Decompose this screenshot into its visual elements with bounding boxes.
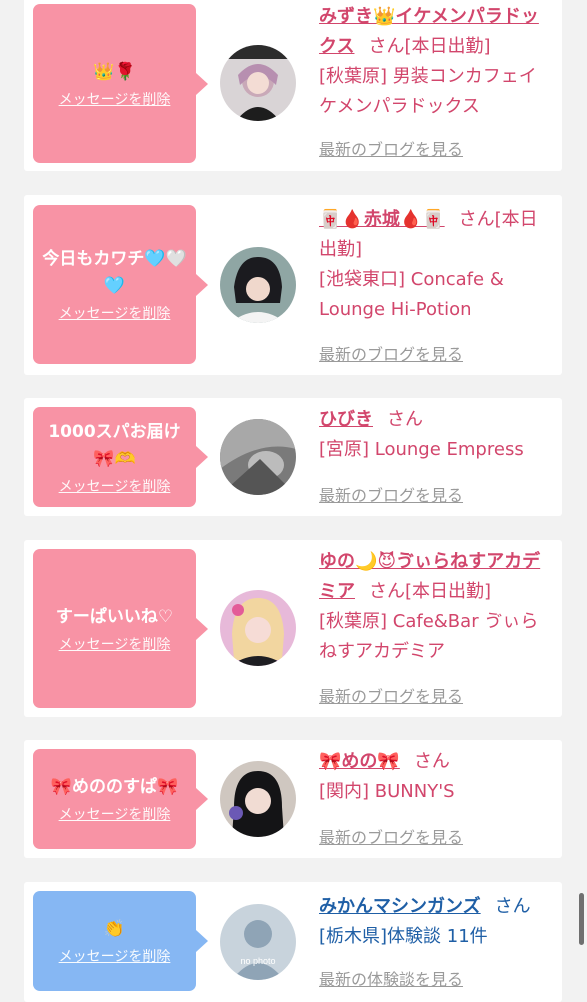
- list-item: 👑🌹 メッセージを削除 みずき👑イケメンパラドックス さん[本日出勤] [秋葉原]…: [24, 0, 562, 171]
- shop-name: [秋葉原] 男装コンカフェイケメンパラドックス: [319, 66, 537, 117]
- scrollbar[interactable]: [579, 893, 584, 945]
- list-item: 1000スパお届け🎀🫶 メッセージを削除 ひびき さん [宮原] Lounge E…: [24, 398, 562, 516]
- attendance-status: [本日出勤]: [404, 36, 491, 57]
- delete-message-link[interactable]: メッセージを削除: [59, 804, 171, 824]
- cast-name[interactable]: 🀄🩸赤城🩸🀄: [319, 209, 445, 230]
- message-bubble: 👑🌹 メッセージを削除: [33, 4, 208, 163]
- latest-blog-link[interactable]: 最新のブログを見る: [319, 683, 463, 707]
- list-item: 🎀めののすぱ🎀 メッセージを削除 🎀めの🎀 さん [関内] BUNNY'S 最新の…: [24, 740, 562, 858]
- delete-message-link[interactable]: メッセージを削除: [59, 303, 171, 323]
- delete-message-link[interactable]: メッセージを削除: [59, 634, 171, 654]
- message-text: 👑🌹: [93, 61, 136, 82]
- cast-info: 🀄🩸赤城🩸🀄 さん[本日出勤] [池袋東口] Concafe & Lounge H…: [319, 205, 554, 325]
- message-text: 👏: [103, 919, 126, 939]
- message-bubble: 🎀めののすぱ🎀 メッセージを削除: [33, 749, 208, 849]
- message-bubble: すーぱいいね♡ メッセージを削除: [33, 549, 208, 708]
- cast-name[interactable]: みかんマシンガンズ: [319, 896, 481, 917]
- list-item: すーぱいいね♡ メッセージを削除 ゆの🌙😈ゔぃらねすアカデミア さん[本日出勤] …: [24, 540, 562, 717]
- cast-name[interactable]: 🎀めの🎀: [319, 751, 400, 772]
- latest-blog-link[interactable]: 最新のブログを見る: [319, 824, 463, 848]
- shop-name: [関内] BUNNY'S: [319, 781, 455, 802]
- latest-blog-link[interactable]: 最新のブログを見る: [319, 136, 463, 160]
- latest-review-link[interactable]: 最新の体験談を見る: [319, 966, 463, 990]
- cast-suffix: さん: [413, 751, 450, 772]
- cast-info: ゆの🌙😈ゔぃらねすアカデミア さん[本日出勤] [秋葉原] Cafe&Bar ゔぃ…: [319, 547, 554, 667]
- delete-message-link[interactable]: メッセージを削除: [59, 476, 171, 496]
- shop-name: [池袋東口] Concafe & Lounge Hi-Potion: [319, 269, 504, 320]
- no-photo-text: no photo: [240, 956, 275, 966]
- cast-info: みかんマシンガンズ さん [栃木県]体験談 11件: [319, 892, 554, 952]
- cast-suffix: さん: [494, 896, 531, 917]
- avatar[interactable]: [220, 247, 296, 323]
- delete-message-link[interactable]: メッセージを削除: [59, 946, 171, 966]
- message-text: 1000スパお届け🎀🫶: [48, 421, 181, 469]
- shop-name: [栃木県]体験談 11件: [319, 926, 488, 947]
- cast-info: ひびき さん [宮原] Lounge Empress: [319, 405, 554, 465]
- attendance-status: [本日出勤]: [405, 581, 492, 602]
- shop-name: [宮原] Lounge Empress: [319, 439, 524, 460]
- cast-suffix: さん: [387, 409, 423, 430]
- message-bubble: 1000スパお届け🎀🫶 メッセージを削除: [33, 407, 208, 507]
- cast-suffix: さん: [369, 581, 405, 602]
- message-bubble: 👏 メッセージを削除: [33, 891, 208, 991]
- shop-name: [秋葉原] Cafe&Bar ゔぃらねすアカデミア: [319, 611, 539, 662]
- cast-suffix: さん: [368, 36, 405, 57]
- cast-suffix: さん: [458, 209, 495, 230]
- avatar[interactable]: [220, 761, 296, 837]
- latest-blog-link[interactable]: 最新のブログを見る: [319, 341, 463, 365]
- message-text: すーぱいいね♡: [55, 606, 174, 627]
- message-text: 今日もカワチ🩵🤍🩵: [42, 249, 187, 296]
- cast-name[interactable]: ひびき: [319, 409, 373, 430]
- list-item: 今日もカワチ🩵🤍🩵 メッセージを削除 🀄🩸赤城🩸🀄 さん[本日出勤] [池袋東口]…: [24, 195, 562, 375]
- cast-info: 🎀めの🎀 さん [関内] BUNNY'S: [319, 747, 554, 807]
- avatar[interactable]: [220, 590, 296, 666]
- avatar[interactable]: no photo: [220, 904, 296, 980]
- cast-info: みずき👑イケメンパラドックス さん[本日出勤] [秋葉原] 男装コンカフェイケメン…: [319, 2, 554, 122]
- avatar[interactable]: [220, 419, 296, 495]
- delete-message-link[interactable]: メッセージを削除: [59, 89, 171, 109]
- message-text: 🎀めののすぱ🎀: [50, 777, 179, 797]
- list-item: 👏 メッセージを削除 no photo みかんマシンガンズ さん [栃木県]体験談…: [24, 882, 562, 1002]
- latest-blog-link[interactable]: 最新のブログを見る: [319, 482, 463, 506]
- avatar[interactable]: [220, 45, 296, 121]
- message-bubble: 今日もカワチ🩵🤍🩵 メッセージを削除: [33, 205, 208, 364]
